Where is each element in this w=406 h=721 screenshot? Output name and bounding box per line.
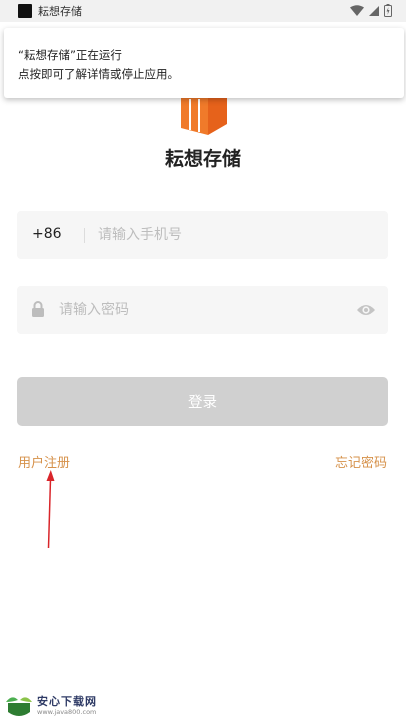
lock-icon bbox=[31, 301, 45, 322]
app-name: 耘想存储 bbox=[164, 148, 241, 170]
watermark-url: www.java800.com bbox=[37, 708, 97, 716]
notification-title: “耘想存储”正在运行 bbox=[18, 48, 122, 62]
login-button[interactable]: 登录 bbox=[17, 377, 388, 426]
status-bar: 耘想存储 bbox=[0, 0, 406, 22]
status-icons bbox=[350, 4, 392, 17]
password-field[interactable] bbox=[17, 286, 388, 334]
notification-text: 点按即可了解详情或停止应用。 bbox=[18, 67, 179, 81]
register-link[interactable]: 用户注册 bbox=[18, 452, 70, 471]
annotation-arrow bbox=[46, 470, 55, 549]
password-input[interactable] bbox=[59, 286, 349, 334]
app-logo bbox=[175, 94, 231, 140]
shield-logo-icon bbox=[6, 697, 32, 716]
eye-icon[interactable] bbox=[356, 302, 376, 321]
forgot-password-link[interactable]: 忘记密码 bbox=[335, 452, 387, 471]
phone-field[interactable]: +86 bbox=[17, 211, 388, 259]
country-code[interactable]: +86 bbox=[32, 226, 62, 242]
notification-banner[interactable]: “耘想存储”正在运行 点按即可了解详情或停止应用。 bbox=[4, 28, 404, 98]
battery-icon bbox=[384, 4, 392, 17]
divider bbox=[84, 228, 85, 243]
phone-input[interactable] bbox=[98, 211, 378, 259]
wifi-icon bbox=[350, 4, 364, 16]
watermark: 安心下载网 www.java800.com bbox=[4, 692, 97, 720]
signal-icon bbox=[369, 5, 379, 16]
watermark-brand: 安心下载网 bbox=[37, 695, 97, 708]
app-notification-icon bbox=[18, 4, 32, 18]
status-app-title: 耘想存储 bbox=[38, 5, 82, 18]
